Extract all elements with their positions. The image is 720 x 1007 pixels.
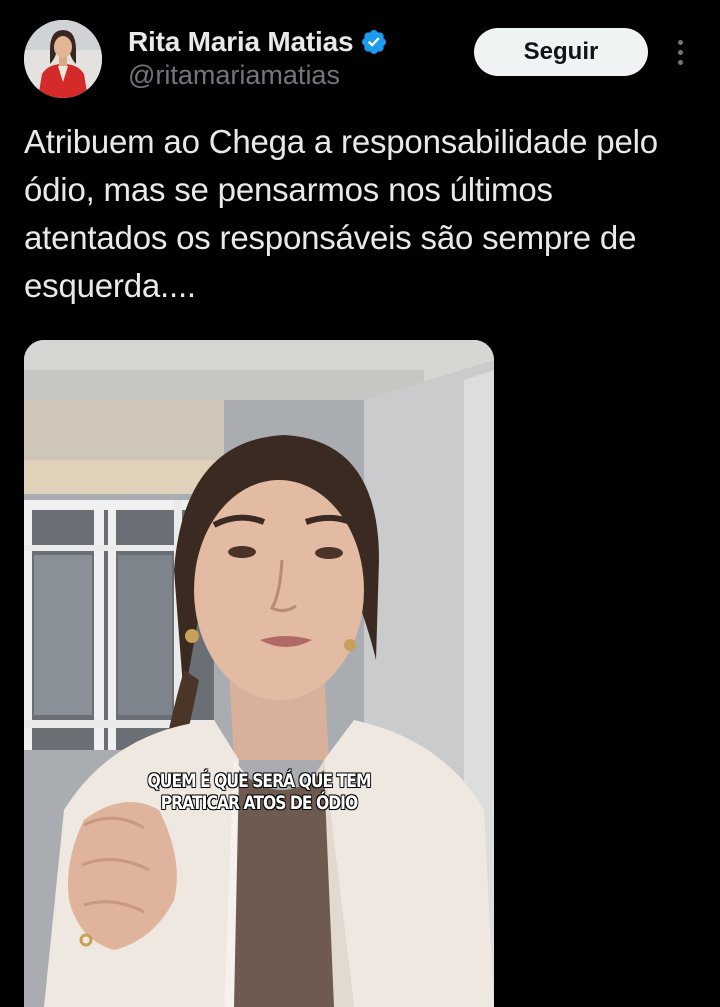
dot <box>677 49 683 55</box>
dot <box>677 39 683 45</box>
more-options-icon[interactable] <box>664 34 696 70</box>
dot <box>677 59 683 65</box>
author-handle[interactable]: @ritamariamatias <box>128 60 340 91</box>
follow-button[interactable]: Seguir <box>474 28 648 76</box>
caption-line: QUEM É QUE SERÁ QUE TEM <box>147 770 372 792</box>
author-display-name[interactable]: Rita Maria Matias <box>128 26 354 58</box>
verified-badge-icon <box>360 28 388 56</box>
video-caption: QUEM É QUE SERÁ QUE TEM PRATICAR ATOS DE… <box>66 770 451 814</box>
profile-photo-icon <box>24 20 102 98</box>
tweet-header: Rita Maria Matias @ritamariamatias Segui… <box>0 0 720 110</box>
caption-line: PRATICAR ATOS DE ÓDIO <box>160 792 359 814</box>
avatar[interactable] <box>24 20 102 98</box>
tweet-media-video[interactable]: QUEM É QUE SERÁ QUE TEM PRATICAR ATOS DE… <box>24 340 494 1007</box>
author-name-row: Rita Maria Matias <box>128 22 388 62</box>
tweet-text: Atribuem ao Chega a responsabilidade pel… <box>24 123 658 304</box>
video-frame-image <box>24 340 494 1007</box>
